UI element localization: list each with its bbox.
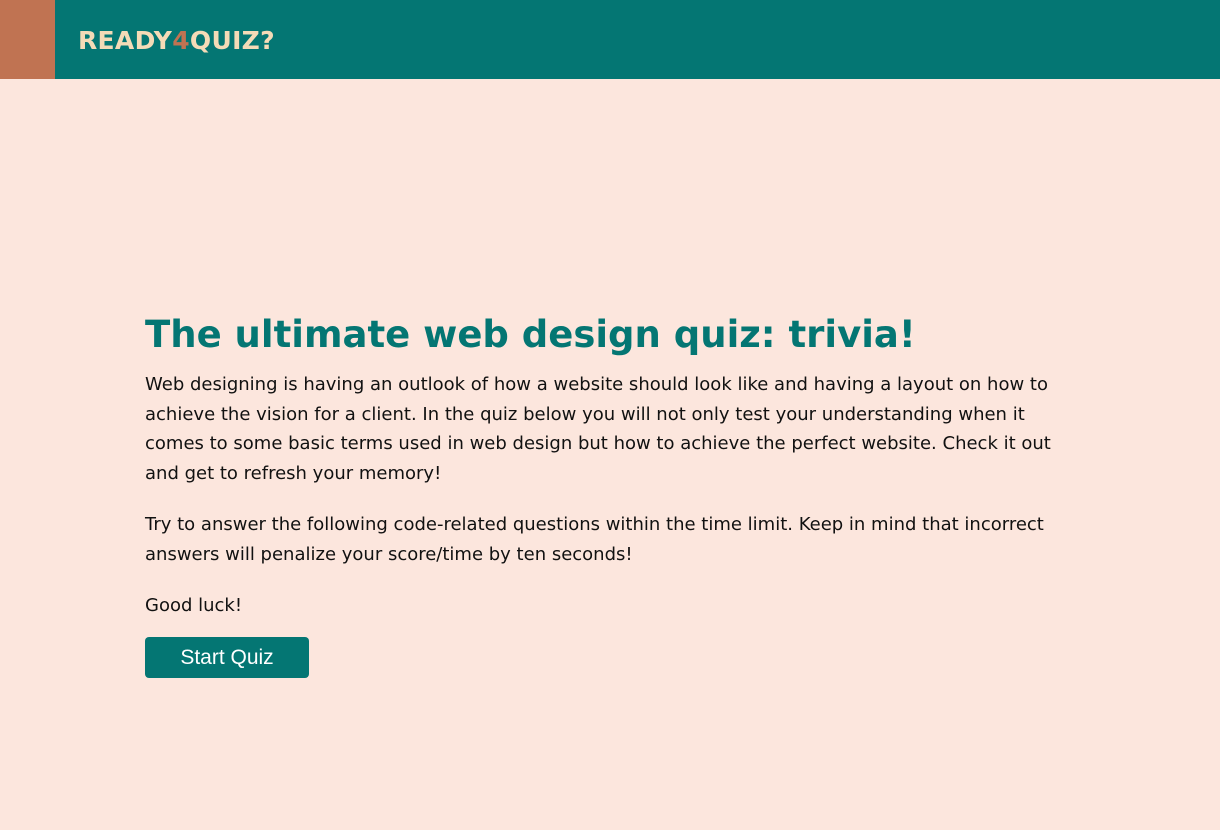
page-title: The ultimate web design quiz: trivia! (145, 313, 916, 356)
site-logo[interactable]: READY4QUIZ? (78, 26, 275, 56)
start-quiz-button[interactable]: Start Quiz (145, 636, 309, 678)
header-bar: READY4QUIZ? (0, 0, 1220, 79)
good-luck-text: Good luck! (145, 595, 243, 616)
quiz-intro-section: The ultimate web design quiz: trivia! We… (145, 310, 1075, 678)
logo-text-ready: READY (78, 26, 173, 55)
intro-paragraph: Web designing is having an outlook of ho… (145, 374, 1051, 484)
logo-text-quiz: QUIZ? (189, 26, 275, 55)
rules-paragraph: Try to answer the following code-related… (145, 514, 1044, 565)
logo-text-number: 4 (172, 26, 190, 55)
header-accent-block (0, 0, 55, 79)
